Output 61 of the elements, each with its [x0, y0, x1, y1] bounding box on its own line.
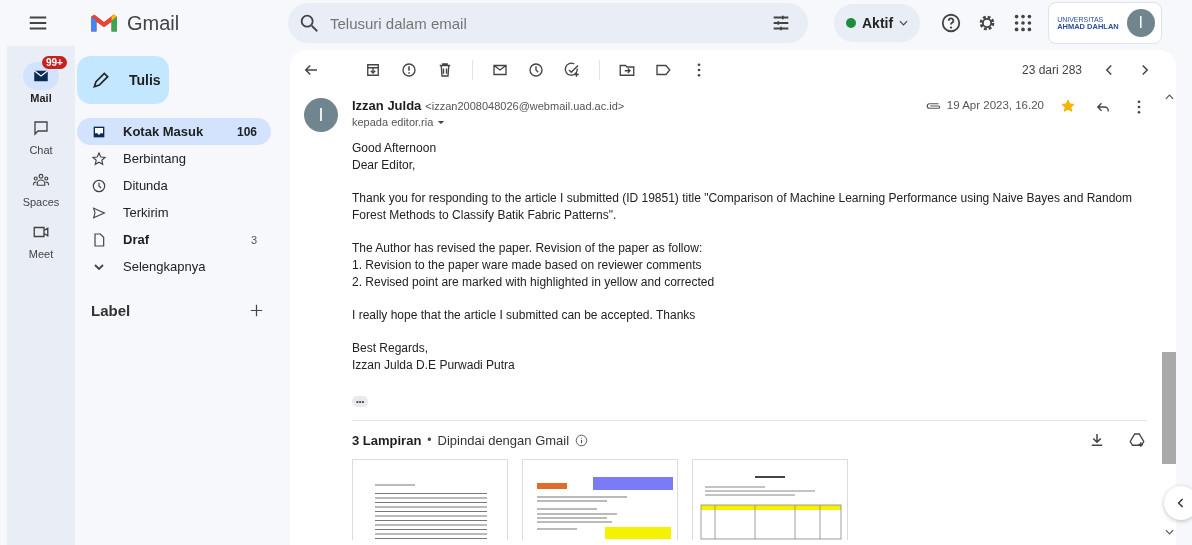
star-outline-icon	[91, 150, 107, 167]
search-input[interactable]: Telusuri dalam email	[328, 13, 770, 33]
status-button[interactable]: Aktif	[834, 4, 921, 42]
rail-label[interactable]: Spaces	[22, 196, 60, 208]
envelope-logo-icon	[89, 12, 119, 34]
sender-avatar: I	[304, 98, 338, 132]
star-icon[interactable]	[1060, 98, 1076, 114]
search-icon[interactable]	[298, 12, 320, 34]
speech-bubble-icon	[32, 119, 50, 137]
folder-item[interactable]: Terkirim	[77, 199, 271, 226]
help-icon[interactable]	[940, 12, 963, 34]
recipient-text: kepada editor.ria	[352, 116, 434, 128]
people-icon	[32, 171, 50, 189]
plus-icon[interactable]	[250, 304, 263, 317]
info-icon[interactable]	[575, 433, 589, 447]
folder-item[interactable]: Draf 3	[77, 226, 271, 253]
pencil-icon	[91, 70, 111, 90]
folder-item[interactable]: Selengkapnya	[77, 253, 271, 280]
message-text: I really hope that the article I submitted can be accepted. Thanks	[352, 307, 697, 324]
attachment-count: 3 Lampiran	[352, 432, 422, 448]
clock-icon[interactable]	[527, 61, 545, 79]
show-trimmed-button[interactable]: •••	[352, 396, 369, 407]
account-avatar[interactable]: I	[1126, 9, 1155, 37]
chevron-left-icon	[1177, 497, 1185, 509]
message-text: Thank you for responding to the article I submitted (ID 19851) title "Comparison of Machine Learning Performance using Naive Bayes and Random Forest Methods to Classify Batik Fabric Patterns".	[352, 190, 1133, 224]
archive-icon[interactable]	[364, 61, 382, 79]
rail-label[interactable]: Meet	[28, 248, 54, 260]
message-text: 2. Revised point are marked with highlighted in yellow and corrected	[352, 274, 716, 291]
search-bar[interactable]: Telusuri dalam email	[288, 3, 808, 43]
caret-icon[interactable]	[437, 119, 446, 125]
message-text: Izzan Julda D.E Purwadi Putra	[352, 357, 516, 374]
labels-heading: Label	[91, 302, 131, 319]
folder-item[interactable]: Kotak Masuk 106	[77, 118, 271, 145]
folder-item[interactable]: Ditunda	[77, 172, 271, 199]
message-text: The Author has revised the paper. Revision of the paper as follow:	[352, 240, 704, 257]
clock-icon	[91, 177, 107, 194]
sender-name: Izzan Julda	[352, 98, 422, 113]
app-name: Gmail	[127, 11, 180, 35]
rail-label[interactable]: Mail	[30, 92, 52, 104]
message-text: Best Regards,	[352, 340, 430, 357]
scan-note: Dipindai dengan Gmail	[437, 432, 570, 448]
folder-item[interactable]: Berbintang	[77, 145, 271, 172]
paperclip-icon	[924, 101, 943, 111]
rail-label[interactable]: Chat	[29, 144, 53, 156]
caret-icon	[899, 20, 909, 26]
message-date: 19 Apr 2023, 16.20	[946, 99, 1044, 111]
scroll-down-icon[interactable]	[1164, 529, 1174, 535]
bullet-separator: •	[427, 433, 432, 447]
sender-email: <izzan2008048026@webmail.uad.ac.id>	[425, 99, 625, 112]
message-position: 23 dari 283	[1021, 63, 1082, 77]
scrollbar-thumb[interactable]	[1162, 352, 1176, 464]
scroll-up-icon[interactable]	[1164, 94, 1174, 100]
compose-button[interactable]: Tulis	[77, 56, 169, 104]
message-text: 1. Revision to the paper ware made based on reviewer comments	[352, 257, 703, 274]
report-spam-icon[interactable]	[400, 61, 418, 79]
document-icon	[91, 231, 107, 248]
message-text: Good Afternoon	[352, 140, 438, 157]
unread-badge: 99+	[42, 56, 67, 69]
add-task-icon[interactable]	[563, 61, 581, 79]
message-text: Dear Editor,	[352, 157, 417, 174]
chevron-down-icon	[94, 263, 104, 270]
